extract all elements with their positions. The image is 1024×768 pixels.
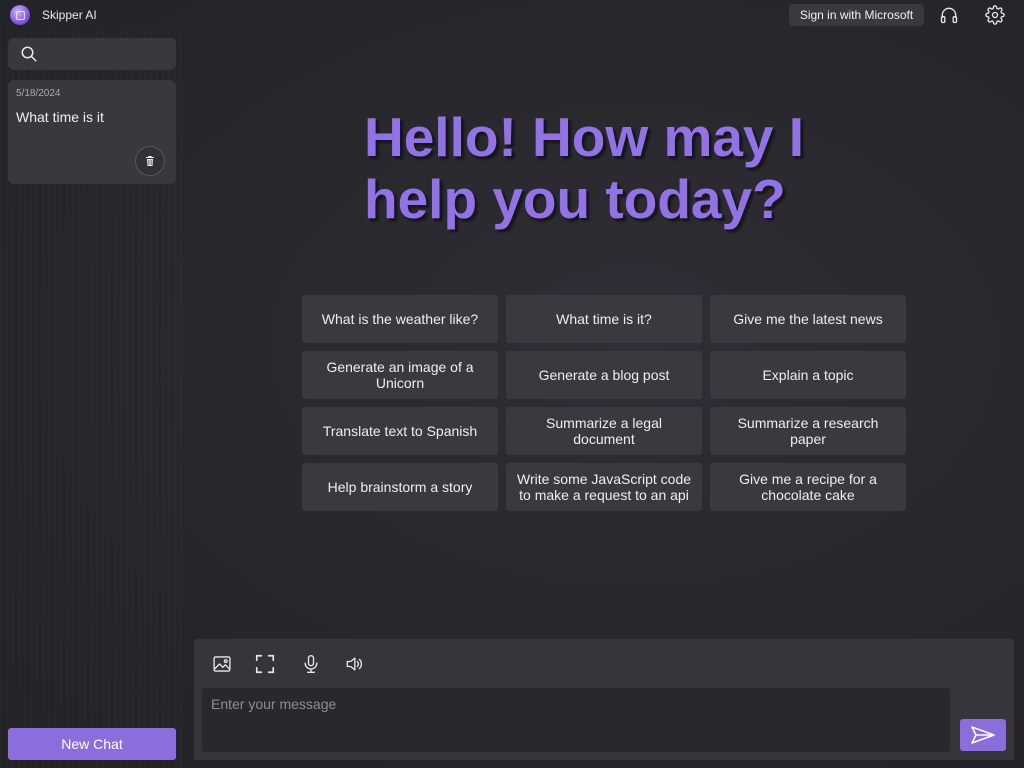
fullscreen-icon[interactable]: [253, 652, 277, 676]
chat-title: What time is it: [16, 109, 104, 125]
app-title: Skipper AI: [42, 8, 97, 22]
headset-icon[interactable]: [938, 4, 960, 26]
suggestion-button[interactable]: Summarize a research paper: [710, 407, 906, 455]
search-icon: [20, 45, 38, 63]
greeting-line-2: help you today?: [364, 168, 786, 230]
send-icon: [971, 726, 995, 744]
suggestion-button[interactable]: What time is it?: [506, 295, 702, 343]
message-composer: [194, 639, 1014, 760]
gear-icon[interactable]: [984, 4, 1006, 26]
image-upload-icon[interactable]: [210, 652, 234, 676]
send-button[interactable]: [960, 719, 1006, 751]
suggestion-button[interactable]: Translate text to Spanish: [302, 407, 498, 455]
message-input[interactable]: [202, 688, 950, 752]
top-bar: Skipper AI Sign in with Microsoft: [0, 0, 1024, 30]
microphone-icon[interactable]: [299, 652, 323, 676]
greeting-heading: Hello! How may I help you today?: [364, 106, 834, 230]
suggestion-button[interactable]: Help brainstorm a story: [302, 463, 498, 511]
sign-in-button[interactable]: Sign in with Microsoft: [789, 4, 924, 26]
suggestion-button[interactable]: Summarize a legal document: [506, 407, 702, 455]
suggestion-button[interactable]: Generate a blog post: [506, 351, 702, 399]
suggestion-button[interactable]: Generate an image of a Unicorn: [302, 351, 498, 399]
suggestion-button[interactable]: What is the weather like?: [302, 295, 498, 343]
suggestion-button[interactable]: Explain a topic: [710, 351, 906, 399]
new-chat-button[interactable]: New Chat: [8, 728, 176, 760]
chat-date: 5/18/2024: [16, 88, 61, 99]
speaker-icon[interactable]: [342, 652, 366, 676]
suggestion-button[interactable]: Give me the latest news: [710, 295, 906, 343]
sidebar: 5/18/2024 What time is it New Chat: [0, 30, 184, 768]
delete-chat-button[interactable]: [135, 146, 165, 176]
app-logo-icon: [10, 5, 30, 25]
chat-history-item[interactable]: 5/18/2024 What time is it: [8, 80, 176, 184]
suggestion-button[interactable]: Write some JavaScript code to make a req…: [506, 463, 702, 511]
search-input[interactable]: [8, 38, 176, 70]
suggestion-button[interactable]: Give me a recipe for a chocolate cake: [710, 463, 906, 511]
greeting-line-1: Hello! How may I: [364, 106, 805, 168]
trash-icon: [146, 156, 154, 166]
